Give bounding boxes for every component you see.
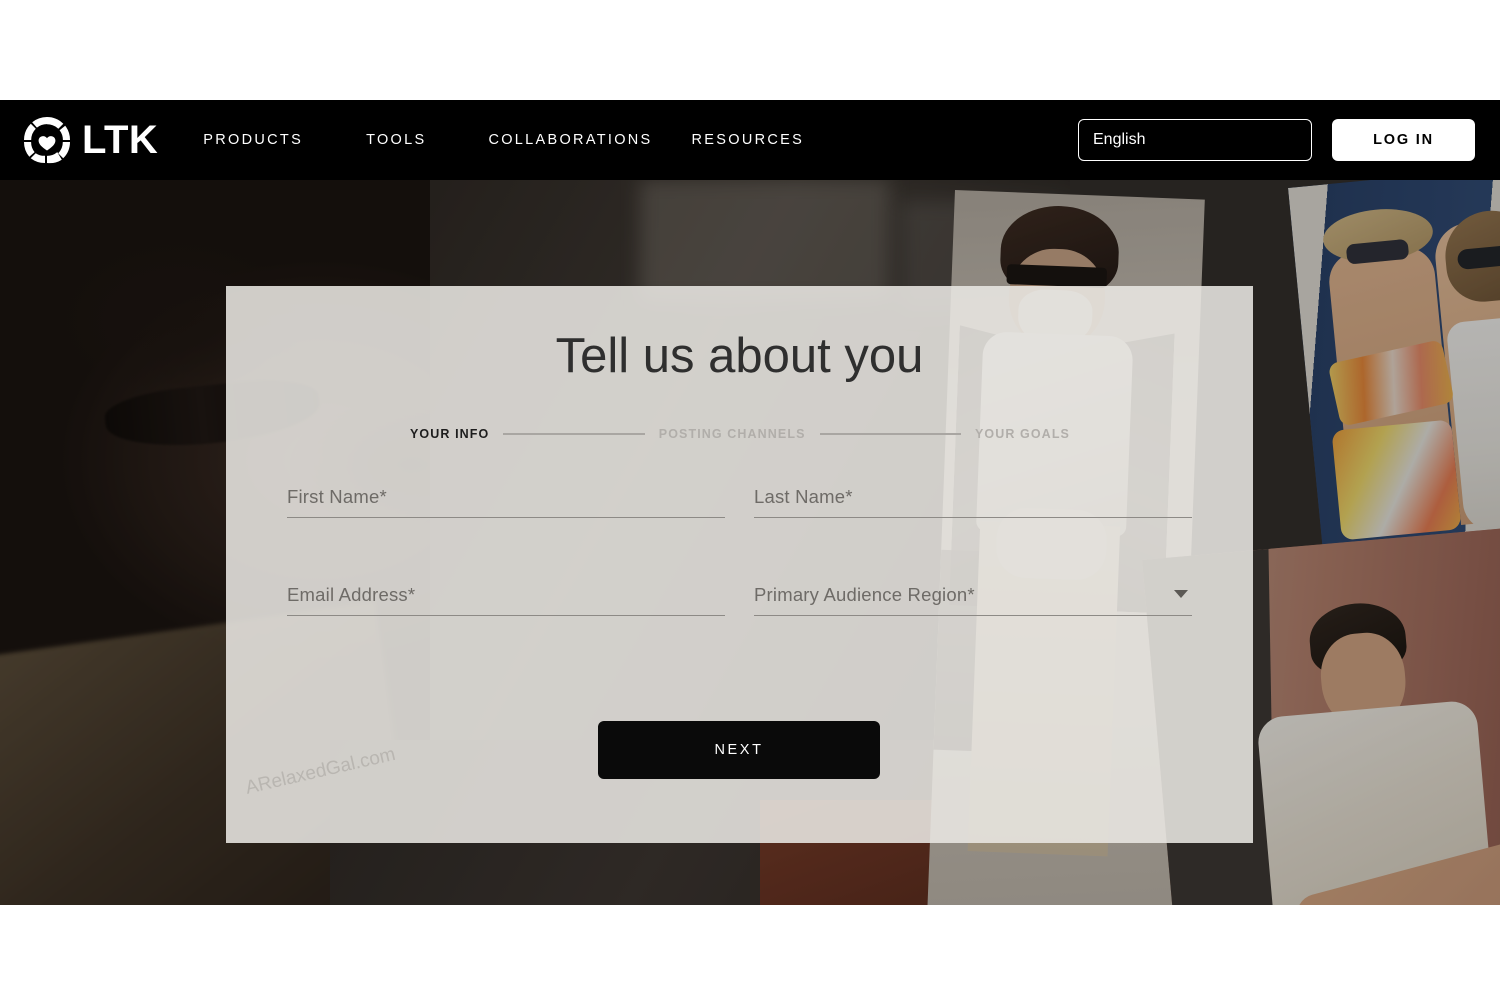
email-address-label: Email Address*	[287, 584, 416, 605]
collage-photo-beach-friends	[1288, 180, 1500, 547]
step-your-info[interactable]: YOUR INFO	[410, 427, 489, 441]
watermark-text: ARelaxedGal.com	[243, 743, 398, 799]
nav-item-collaborations[interactable]: COLLABORATIONS	[488, 132, 652, 148]
form-row-names: First Name* Last Name*	[287, 486, 1192, 518]
brand-name: LTK	[82, 118, 159, 162]
language-selector[interactable]: English	[1078, 119, 1312, 161]
top-navigation-bar: LTK PRODUCTS TOOLS COLLABORATIONS RESOUR…	[0, 100, 1500, 180]
page-root: LTK PRODUCTS TOOLS COLLABORATIONS RESOUR…	[0, 0, 1500, 1000]
language-selector-value: English	[1093, 131, 1146, 148]
first-name-field[interactable]: First Name*	[287, 486, 725, 518]
first-name-underline	[287, 517, 725, 518]
nav-right-controls: English LOG IN	[1078, 100, 1475, 180]
step-your-goals[interactable]: YOUR GOALS	[975, 427, 1070, 441]
primary-audience-region-label: Primary Audience Region*	[754, 584, 975, 605]
brand-logo[interactable]: LTK	[22, 115, 158, 165]
nav-item-resources[interactable]: RESOURCES	[692, 132, 805, 148]
signup-form-card: Tell us about you YOUR INFO POSTING CHAN…	[226, 286, 1253, 843]
form-stepper: YOUR INFO POSTING CHANNELS YOUR GOALS	[410, 427, 1070, 441]
ltk-aperture-heart-logo-icon	[22, 115, 72, 165]
page-title: Tell us about you	[555, 329, 924, 383]
last-name-underline	[754, 517, 1192, 518]
next-button[interactable]: NEXT	[598, 721, 880, 779]
form-fields: First Name* Last Name* Email Address* Pr…	[287, 486, 1192, 682]
nav-item-tools[interactable]: TOOLS	[366, 132, 426, 148]
nav-links: PRODUCTS TOOLS COLLABORATIONS RESOURCES	[203, 132, 804, 148]
primary-audience-region-underline	[754, 615, 1192, 616]
step-connector-1	[503, 433, 645, 435]
form-row-email-region: Email Address* Primary Audience Region*	[287, 584, 1192, 616]
nav-item-products[interactable]: PRODUCTS	[203, 132, 303, 148]
first-name-label: First Name*	[287, 486, 387, 507]
chevron-down-icon[interactable]	[1174, 590, 1188, 598]
last-name-label: Last Name*	[754, 486, 853, 507]
log-in-button[interactable]: LOG IN	[1332, 119, 1475, 161]
primary-audience-region-field[interactable]: Primary Audience Region*	[754, 584, 1192, 616]
last-name-field[interactable]: Last Name*	[754, 486, 1192, 518]
email-address-underline	[287, 615, 725, 616]
email-address-field[interactable]: Email Address*	[287, 584, 725, 616]
step-connector-2	[819, 433, 961, 435]
step-posting-channels[interactable]: POSTING CHANNELS	[659, 427, 806, 441]
